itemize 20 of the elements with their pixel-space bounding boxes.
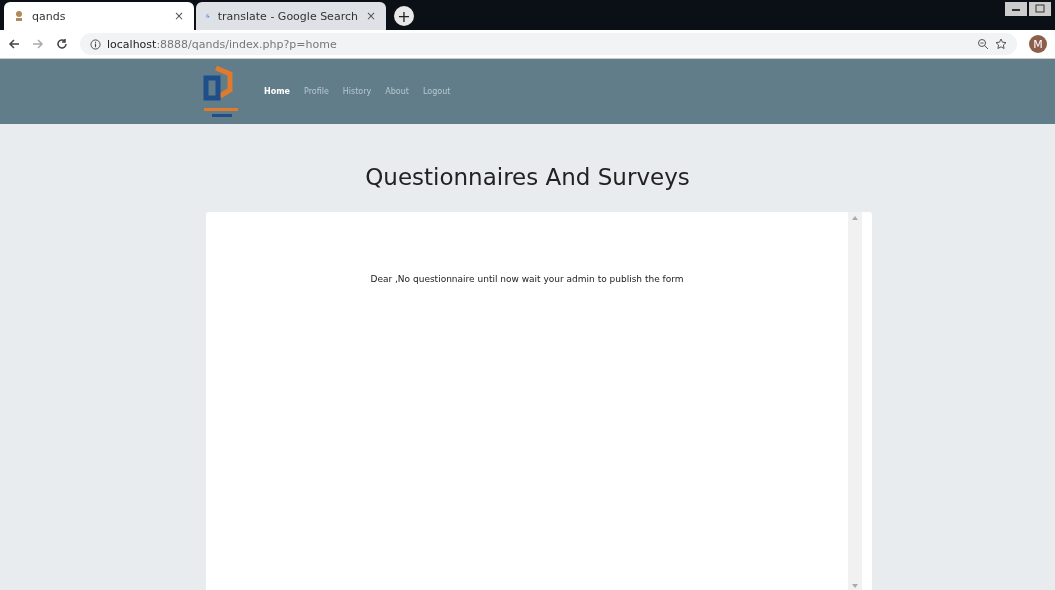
new-tab-button[interactable]: + (394, 6, 414, 26)
browser-tab[interactable]: qands × (4, 2, 194, 30)
close-icon[interactable]: × (173, 9, 184, 23)
info-icon (90, 38, 101, 50)
page-heading: Questionnaires And Surveys (364, 163, 691, 192)
browser-tab[interactable]: translate - Google Search × (196, 2, 386, 30)
minimize-icon[interactable] (1005, 2, 1027, 16)
page-icon (14, 10, 24, 22)
url-text: localhost:8888/qands/index.php?p=home (107, 37, 337, 51)
empty-message: Dear ,No questionnaire until now wait your admin to publish the form (370, 274, 684, 284)
nav-link[interactable]: Home (262, 87, 292, 96)
reload-icon[interactable] (56, 38, 68, 50)
tab-title: translate - Google Search (217, 9, 358, 23)
tab-title: qands (32, 9, 67, 23)
zoom-icon[interactable] (977, 38, 989, 50)
close-icon[interactable]: × (365, 9, 376, 23)
profile-avatar[interactable]: M (1029, 35, 1047, 53)
star-icon[interactable] (995, 38, 1007, 50)
address-bar[interactable]: localhost:8888/qands/index.php?p=home (80, 33, 1017, 55)
back-icon[interactable] (8, 38, 20, 50)
